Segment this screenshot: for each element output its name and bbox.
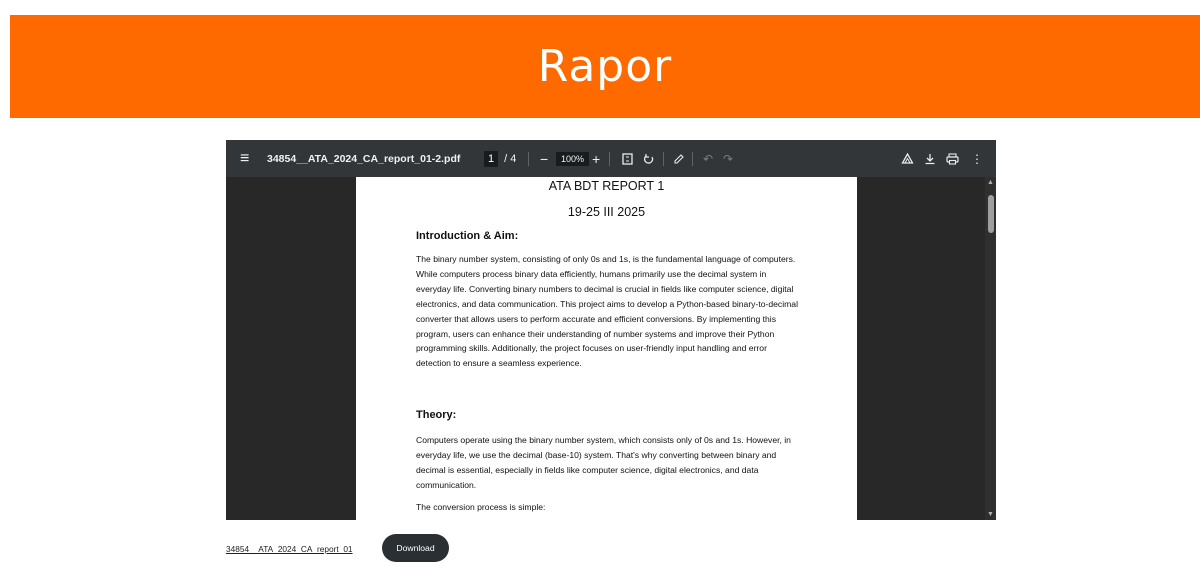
document-date: 19-25 III 2025 xyxy=(567,205,646,219)
page-total: / 4 xyxy=(504,152,517,165)
print-icon[interactable] xyxy=(946,140,959,177)
toolbar-divider xyxy=(528,152,529,166)
fit-page-icon[interactable] xyxy=(622,140,633,177)
plus-icon[interactable]: + xyxy=(592,140,600,177)
menu-icon[interactable]: ≡ xyxy=(240,140,249,177)
redo-icon[interactable]: ↷ xyxy=(723,140,733,177)
zoom-input[interactable]: 100% xyxy=(556,151,590,166)
zoom-level[interactable]: 100% xyxy=(556,140,590,177)
pdf-filename: 34854__ATA_2024_CA_report_01-2.pdf xyxy=(267,152,461,165)
pdf-viewer[interactable]: ≡ 34854__ATA_2024_CA_report_01-2.pdf 1 /… xyxy=(226,140,996,520)
more-vertical-icon[interactable]: ⋮ xyxy=(971,140,983,177)
document-title: ATA BDT REPORT 1 xyxy=(548,179,665,193)
page-title: Rapor xyxy=(537,41,673,92)
section-heading-introduction: Introduction & Aim: xyxy=(416,230,519,242)
rotate-icon[interactable] xyxy=(643,140,655,177)
scrollbar-thumb[interactable] xyxy=(988,195,994,233)
minus-icon[interactable]: − xyxy=(540,140,548,177)
section-heading-theory: Theory: xyxy=(416,409,457,421)
viewer-scrollbar[interactable]: ▲ ▼ xyxy=(985,177,996,520)
section-text-theory: Computers operate using the binary numbe… xyxy=(416,435,791,490)
section-text-conversion: The conversion process is simple: xyxy=(416,502,546,512)
toolbar-divider xyxy=(663,152,664,166)
file-link[interactable]: 34854__ATA_2024_CA_report_01 xyxy=(226,544,376,554)
pdf-toolbar: ≡ 34854__ATA_2024_CA_report_01-2.pdf 1 /… xyxy=(226,140,996,177)
page-number-input[interactable]: 1 xyxy=(484,150,499,167)
scroll-up-icon[interactable]: ▲ xyxy=(987,179,994,186)
toolbar-divider xyxy=(609,152,610,166)
drive-icon[interactable] xyxy=(901,140,914,177)
pen-icon[interactable] xyxy=(673,140,685,177)
toolbar-divider xyxy=(692,152,693,166)
header-banner: Rapor xyxy=(10,15,1200,118)
page-indicator: 1 / 4 xyxy=(484,140,516,177)
download-button[interactable]: Download xyxy=(382,534,449,562)
section-text-introduction: The binary number system, consisting of … xyxy=(416,254,798,369)
undo-icon[interactable]: ↶ xyxy=(703,140,713,177)
scroll-down-icon[interactable]: ▼ xyxy=(987,511,994,518)
download-icon[interactable] xyxy=(924,140,936,177)
pdf-page: ATA BDT REPORT 1 19-25 III 2025 Introduc… xyxy=(356,177,857,520)
